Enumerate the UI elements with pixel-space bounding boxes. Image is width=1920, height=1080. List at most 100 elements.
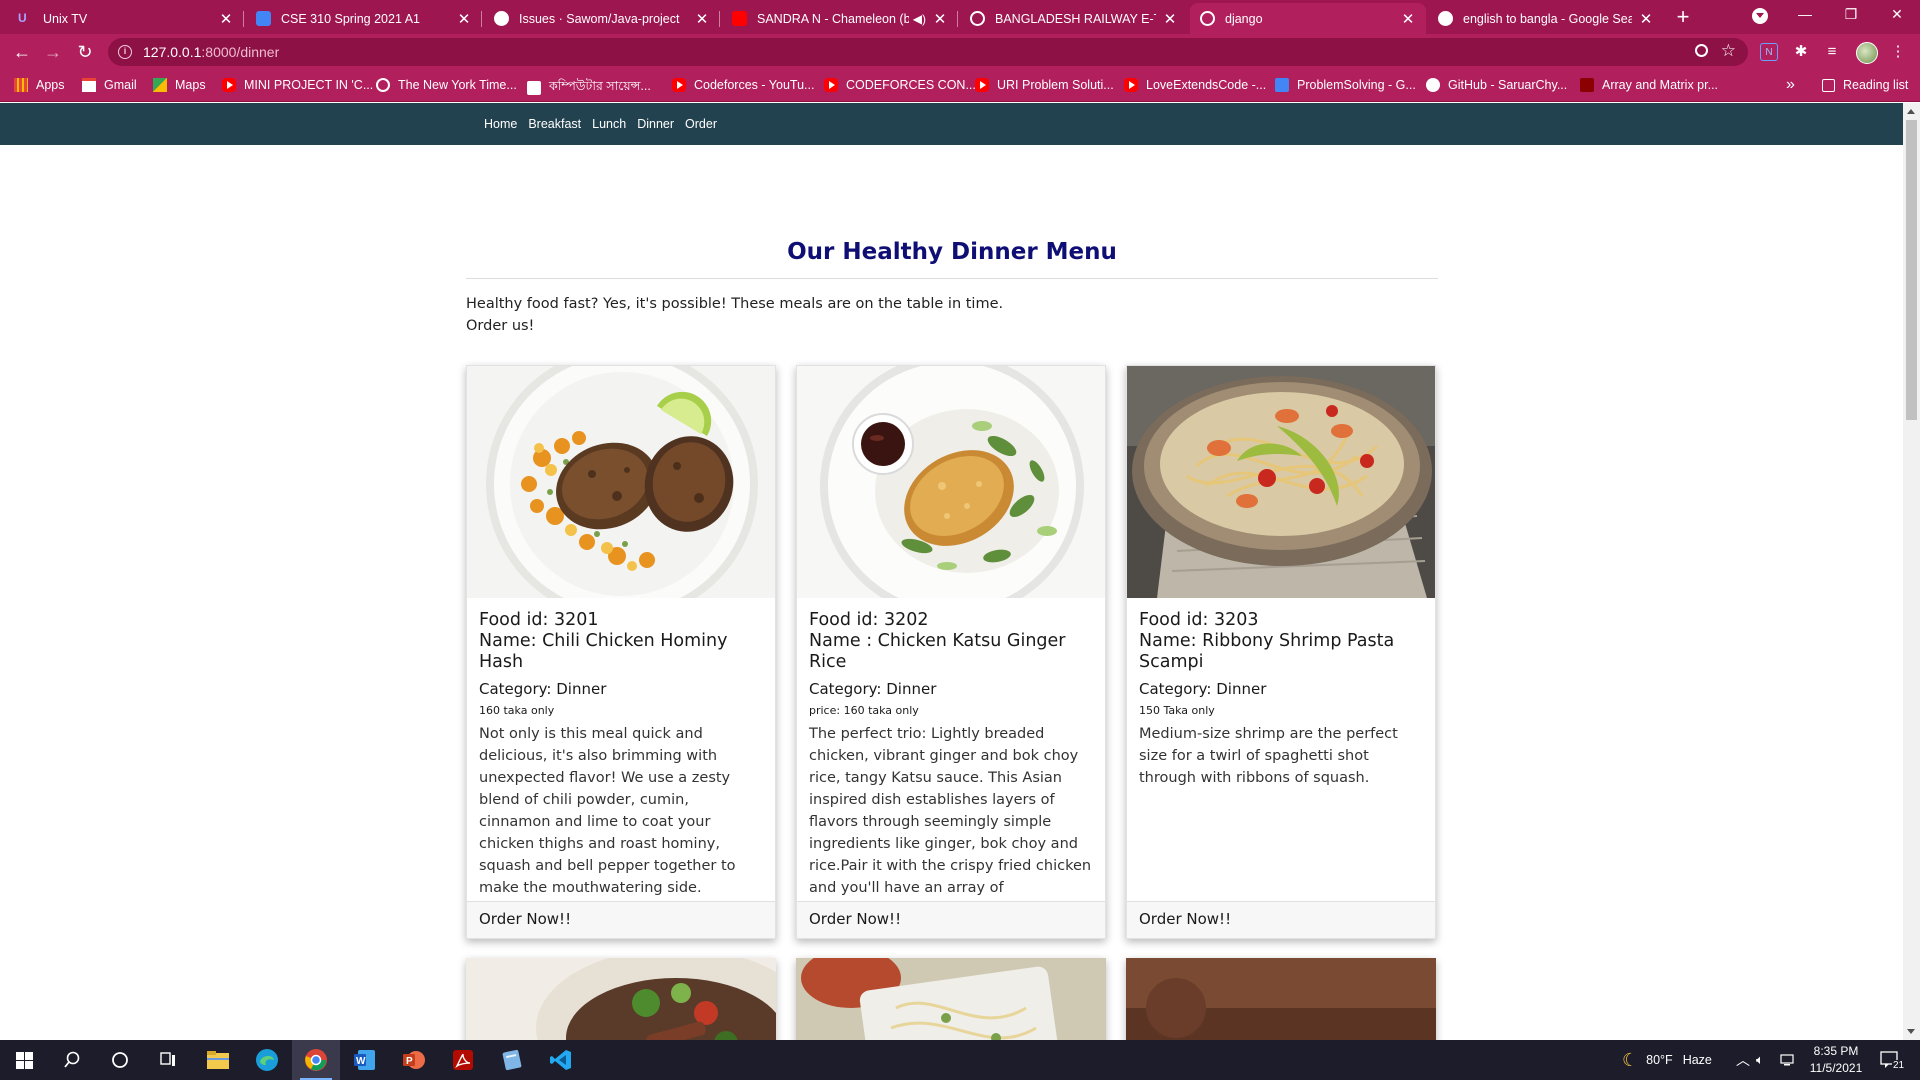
nav-order-link[interactable]: Order [685,117,717,131]
bookmark-array-matrix[interactable]: Array and Matrix pr... [1580,78,1718,92]
kebab-menu-icon[interactable]: ⋮ [1889,43,1907,61]
bookmark-loveextendscode[interactable]: LoveExtendsCode -... [1124,78,1266,92]
tab-bangladesh-railway[interactable]: BANGLADESH RAILWAY E-TICKE ✕ [960,3,1188,34]
order-now-button[interactable]: Order Now!! [1127,901,1435,938]
bookmark-label: Maps [175,78,206,92]
nav-lunch-link[interactable]: Lunch [592,117,626,131]
close-icon[interactable]: ✕ [694,10,710,28]
acrobat-icon[interactable] [439,1040,487,1080]
notes-app-icon[interactable] [488,1040,536,1080]
reading-list-button[interactable]: Reading list [1822,78,1908,92]
classroom-icon [256,11,271,26]
close-icon[interactable]: ✕ [218,10,234,28]
close-icon[interactable]: ✕ [932,10,948,28]
task-view-icon[interactable] [144,1040,192,1080]
clock-date: 11/5/2021 [1809,1061,1863,1075]
food-image-noodles [796,958,1106,1040]
system-clock[interactable]: 8:35 PM 11/5/2021 [1806,1043,1866,1077]
edge-icon[interactable] [243,1040,291,1080]
docs-icon [1275,78,1289,92]
tab-github-issues[interactable]: Issues · Sawom/Java-project ✕ [484,3,720,34]
food-card-partial [796,958,1106,1040]
network-icon[interactable] [1780,1040,1796,1080]
bookmark-codeforces-con[interactable]: CODEFORCES CON... [824,78,976,92]
restore-button[interactable]: ❐ [1828,0,1874,30]
tab-youtube-sandra[interactable]: SANDRA N - Chameleon (by ◀) ✕ [722,3,958,34]
bookmark-maps[interactable]: Maps [153,78,206,92]
close-icon[interactable]: ✕ [1162,10,1178,28]
close-icon[interactable]: ✕ [456,10,472,28]
back-arrow-icon[interactable]: ← [10,40,34,64]
speaker-icon[interactable]: ◀) [913,12,926,26]
food-card-partial [466,958,776,1040]
nav-breakfast-link[interactable]: Breakfast [528,117,581,131]
chrome-icon[interactable] [292,1040,340,1080]
globe-icon [376,78,390,92]
bookmark-github[interactable]: GitHub - SaruarChy... [1426,78,1567,92]
action-center-icon[interactable]: 21 [1880,1040,1906,1080]
site-info-icon[interactable]: i [118,45,132,59]
scroll-down-arrow-icon[interactable] [1907,1029,1915,1034]
order-now-button[interactable]: Order Now!! [797,901,1105,938]
url-text[interactable]: 127.0.0.1:8000/dinner [143,44,279,60]
profile-avatar[interactable] [1856,42,1878,64]
tab-title: BANGLADESH RAILWAY E-TICKE [995,11,1156,26]
forward-arrow-icon[interactable]: → [41,40,65,64]
close-icon[interactable]: ✕ [1638,10,1654,28]
windows-start-icon[interactable] [0,1040,48,1080]
food-price: price: 160 taka only [809,704,919,717]
close-window-button[interactable]: ✕ [1874,0,1920,30]
media-queue-icon[interactable]: ≡ [1823,43,1841,61]
food-price: 160 taka only [479,704,555,717]
nav-dinner-link[interactable]: Dinner [637,117,674,131]
puzzle-extensions-icon[interactable]: ✱ [1792,43,1810,61]
tab-google-search[interactable]: english to bangla - Google Searc ✕ [1428,3,1664,34]
weather-temp: 80°F [1646,1053,1673,1067]
tab-cse310[interactable]: CSE 310 Spring 2021 A1 ✕ [246,3,482,34]
bookmarks-overflow-button[interactable]: » [1786,76,1795,94]
scrollbar-thumb[interactable] [1906,120,1917,420]
zoom-icon[interactable] [1695,44,1708,57]
search-icon[interactable] [48,1040,96,1080]
food-category: Category: Dinner [809,680,937,698]
close-icon[interactable]: ✕ [1400,10,1416,28]
nav-home-link[interactable]: Home [484,117,517,131]
weather-widget[interactable]: ☾ 80°F Haze [1622,1040,1712,1080]
bookmark-apps[interactable]: Apps [14,78,65,92]
file-explorer-icon[interactable] [194,1040,242,1080]
bookmark-mini-project[interactable]: MINI PROJECT IN 'C... [222,78,373,92]
address-bar[interactable]: i 127.0.0.1:8000/dinner ☆ [108,38,1748,66]
minimize-button[interactable]: — [1782,0,1828,30]
tab-django[interactable]: django ✕ [1190,3,1426,34]
bookmark-computer-science[interactable]: কম্পিউটার সায়েন্স... [527,78,651,98]
bookmark-label: Gmail [104,78,137,92]
bookmark-label: LoveExtendsCode -... [1146,78,1267,92]
google-icon [1438,11,1453,26]
page-scrollbar[interactable] [1903,103,1920,1040]
scroll-up-arrow-icon[interactable] [1907,109,1915,114]
new-tab-button[interactable]: + [1670,4,1696,30]
page-icon [1580,78,1594,92]
tab-search-icon[interactable] [1752,8,1768,24]
volume-icon[interactable]: 🔈︎ [1756,1040,1764,1080]
vscode-icon[interactable] [537,1040,585,1080]
page-icon [527,81,541,95]
bookmark-star-icon[interactable]: ☆ [1721,41,1736,61]
order-now-button[interactable]: Order Now!! [467,901,775,938]
word-icon[interactable]: W [341,1040,389,1080]
reload-icon[interactable]: ↻ [73,40,97,64]
bookmark-gmail[interactable]: Gmail [82,78,137,92]
powerpoint-icon[interactable]: P [390,1040,438,1080]
show-hidden-icons-chevron-icon[interactable]: ︿ [1736,1040,1750,1080]
tab-title: english to bangla - Google Searc [1463,11,1632,26]
food-id: Food id: 3202 [809,610,929,630]
tab-unix-tv[interactable]: U Unix TV ✕ [8,3,244,34]
bookmark-problemsolving[interactable]: ProblemSolving - G... [1275,78,1416,92]
bookmark-label: কম্পিউটার সায়েন্স... [549,79,651,93]
bookmark-nytimes[interactable]: The New York Time... [376,78,517,92]
cortana-icon[interactable] [96,1040,144,1080]
extension-n-icon[interactable]: N [1760,43,1778,61]
bookmark-uri-problem[interactable]: URI Problem Soluti... [975,78,1114,92]
maps-icon [153,78,167,92]
bookmark-codeforces-youtube[interactable]: Codeforces - YouTu... [672,78,814,92]
